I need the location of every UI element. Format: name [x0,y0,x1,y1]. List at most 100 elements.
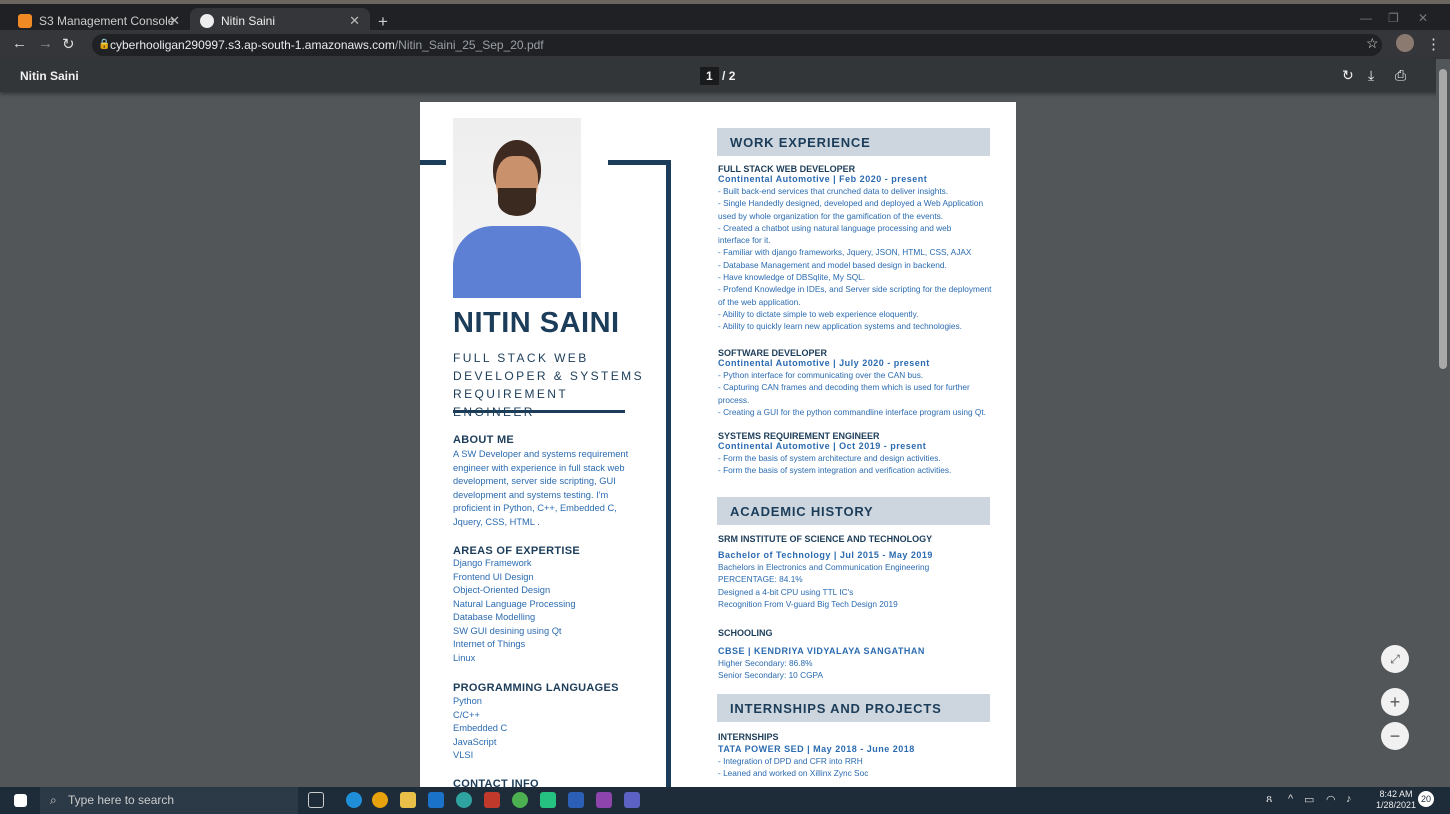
url-path: /Nitin_Saini_25_Sep_20.pdf [394,38,544,52]
job-line: - Ability to quickly learn new applicati… [718,321,962,332]
job-title: SYSTEMS REQUIREMENT ENGINEER [718,431,880,441]
academic-heading: ACADEMIC HISTORY [717,497,990,525]
lock-icon: 🔒 [98,39,111,50]
about-heading: ABOUT ME [453,434,515,446]
chrome-icon[interactable] [372,792,388,808]
battery-icon[interactable]: ▭ [1304,793,1314,806]
degree-line: Recognition From V-guard Big Tech Design… [718,598,898,609]
degree: Bachelor of Technology | Jul 2015 - May … [718,550,933,560]
minimize-icon[interactable]: — [1360,11,1372,25]
outlook-icon[interactable] [428,792,444,808]
work-heading: WORK EXPERIENCE [717,128,990,156]
resume-name: NITIN SAINI [453,307,620,339]
print-icon[interactable]: ⎙ [1395,67,1406,84]
job-line: interface for it. [718,235,771,246]
search-icon: ⌕ [50,793,57,807]
word-icon[interactable] [568,792,584,808]
aws-favicon-icon [18,14,32,28]
current-page-input[interactable]: 1 [700,67,719,85]
job-line: - Python interface for communicating ove… [718,370,924,380]
job-line: - Have knowledge of DBSqlite, My SQL. [718,272,866,283]
page-indicator: 1 / 2 [700,67,735,85]
job-title: FULL STACK WEB DEVELOPER [718,164,856,174]
pdf-title: Nitin Saini [20,69,79,83]
taskbar-search[interactable]: ⌕ Type here to search [40,787,298,814]
tray-chevron-icon[interactable]: ^ [1288,793,1293,805]
list-item: Django Framework [453,558,532,568]
school-name: CBSE | KENDRIYA VIDYALAYA SANGATHAN [718,646,925,656]
download-icon[interactable]: ⤓ [1368,67,1374,84]
internship-block: INTERNSHIPS TATA POWER SED | May 2018 - … [718,732,998,780]
schooling-block: SCHOOLING CBSE | KENDRIYA VIDYALAYA SANG… [718,628,998,682]
task-view-icon[interactable] [308,792,324,808]
job-title: SOFTWARE DEVELOPER [718,348,828,358]
internships-sub-heading: INTERNSHIPS [718,732,779,742]
maximize-icon[interactable]: ❐ [1388,11,1399,25]
list-item: Object-Oriented Design [453,585,551,595]
job-line: - Built back-end services that crunched … [718,186,949,196]
list-item: C/C++ [453,709,480,720]
zoom-in-icon[interactable]: + [1381,688,1409,716]
job-line: used by whole organization for the gamif… [718,210,944,221]
list-item: Linux [453,652,476,663]
profile-photo [453,118,581,298]
forward-icon[interactable]: → [38,35,53,52]
url-field[interactable]: 🔒 cyberhooligan290997.s3.ap-south-1.amaz… [92,34,1382,56]
close-tab-icon[interactable]: ✕ [169,13,180,29]
school-line: Higher Secondary: 86.8% [718,658,813,668]
date: 1/28/2021 [1376,800,1417,810]
close-window-icon[interactable]: ✕ [1418,11,1428,25]
expertise-heading: AREAS OF EXPERTISE [453,545,581,557]
degree-line: Bachelors in Electronics and Communicati… [718,562,930,572]
reload-icon[interactable]: ↻ [62,35,75,53]
bookmark-star-icon[interactable]: ☆ [1366,35,1379,52]
close-tab-icon[interactable]: ✕ [349,13,360,29]
pdf-toolbar: Nitin Saini 1 / 2 ↻ ⤓ ⎙ [0,59,1450,92]
address-bar-row: ← → ↻ 🔒 cyberhooligan290997.s3.ap-south-… [0,30,1450,59]
job-2: SOFTWARE DEVELOPER Continental Automotiv… [718,348,998,418]
back-icon[interactable]: ← [12,35,27,52]
job-line: - Created a chatbot using natural langua… [718,222,952,233]
file-explorer-icon[interactable] [400,792,416,808]
menu-dots-icon[interactable]: ⋮ [1426,35,1441,53]
languages-list: Python C/C++ Embedded C JavaScript VLSI [453,695,633,763]
pycharm-icon[interactable] [540,792,556,808]
new-tab-icon[interactable]: + [378,12,388,32]
job-line: - Creating a GUI for the python commandl… [718,406,986,417]
job-company: Continental Automotive | July 2020 - pre… [718,358,930,368]
wifi-icon[interactable]: ◠ [1326,793,1336,806]
pdf-page: NITIN SAINI FULL STACK WEB DEVELOPER & S… [420,102,1016,788]
fit-page-icon[interactable]: ⤢ [1381,645,1409,673]
app-icon[interactable] [512,792,528,808]
time: 8:42 AM [1379,789,1413,799]
teams-icon[interactable] [624,792,640,808]
list-item: Frontend UI Design [453,571,534,582]
app-icon[interactable] [456,792,472,808]
intern-line: - Leaned and worked on Xillinx Zync Soc [718,768,869,779]
windows-start-icon[interactable] [14,794,27,807]
job-line: - Capturing CAN frames and decoding them… [718,382,970,393]
intern-company: TATA POWER SED | May 2018 - June 2018 [718,744,915,754]
tab-strip: S3 Management Console ✕ Nitin Saini ✕ + … [0,0,1450,34]
job-1: FULL STACK WEB DEVELOPER Continental Aut… [718,164,998,333]
list-item: Database Modelling [453,612,536,622]
clock[interactable]: 8:42 AM 1/28/2021 [1376,789,1416,811]
pdf-scrollbar[interactable] [1436,59,1450,787]
intern-line: - Integration of DPD and CFR into RRH [718,756,863,766]
job-company: Continental Automotive | Feb 2020 - pres… [718,174,928,184]
onenote-icon[interactable] [596,792,612,808]
notification-badge[interactable]: 20 [1418,791,1434,807]
volume-icon[interactable]: ♪ [1346,793,1352,805]
profile-avatar-icon[interactable] [1396,34,1414,52]
job-line: - Familiar with django frameworks, Jquer… [718,247,972,258]
scrollbar-thumb[interactable] [1439,69,1447,369]
rotate-icon[interactable]: ↻ [1342,67,1354,84]
internships-heading: INTERNSHIPS AND PROJECTS [717,694,990,722]
app-icon[interactable] [484,792,500,808]
people-icon[interactable]: ጸ [1266,793,1272,806]
job-line: - Form the basis of system integration a… [718,465,952,476]
job-line: - Ability to dictate simple to web exper… [718,308,919,319]
zoom-out-icon[interactable]: − [1381,722,1409,750]
edge-icon[interactable] [346,792,362,808]
search-placeholder: Type here to search [68,793,175,807]
